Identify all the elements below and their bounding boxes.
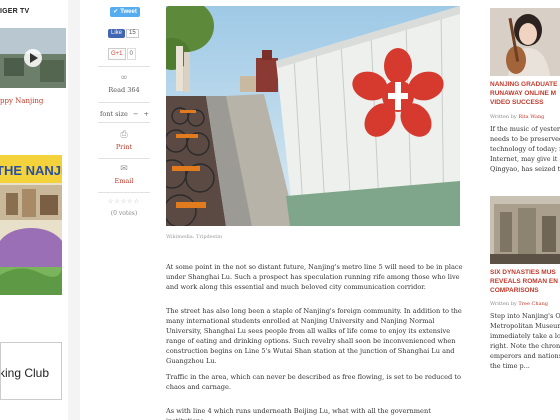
article-paragraph: The street has also long been a staple o… xyxy=(166,307,462,365)
photo-credit: Wikimedia: Tripdestin xyxy=(166,234,223,240)
font-decrease-button[interactable]: − xyxy=(133,110,138,118)
font-size-label: font size xyxy=(100,110,128,118)
google-plus-button[interactable]: G+1 0 xyxy=(108,48,136,60)
related-article-title[interactable]: SIX DYNASTIES MUS REVEALS ROMAN EN COMPA… xyxy=(490,268,560,295)
gplus-count: 0 xyxy=(126,48,136,60)
title-line: VIDEO SUCCESS xyxy=(490,99,544,106)
article-photo-image xyxy=(166,6,460,226)
excerpt-line: Step into Nanjing's On xyxy=(490,312,560,320)
like-count: 15 xyxy=(126,29,139,38)
author-link[interactable]: Rita Wang xyxy=(518,114,544,120)
magazine-title-text: THE NANJINGER xyxy=(0,163,62,178)
author-link[interactable]: Tree Chang xyxy=(518,301,548,307)
club-banner[interactable]: king Club xyxy=(0,342,62,400)
related-article-title[interactable]: NANJING GRADUATE RUNAWAY ONLINE M VIDEO … xyxy=(490,80,560,107)
print-button[interactable]: ⎙ Print xyxy=(104,130,144,151)
share-toolbar: ✔ Tweet Like 15 G+1 0 ∞ Read 364 font size… xyxy=(80,0,150,420)
title-line: REVEALS ROMAN EN xyxy=(490,278,558,285)
nanjinger-tv-title: IGER TV xyxy=(0,8,30,15)
like-label: Like xyxy=(108,29,126,38)
divider xyxy=(98,192,150,193)
pipa-player-photo xyxy=(490,8,560,76)
related-article-byline: Written by Rita Wang xyxy=(490,114,544,120)
excerpt-line: Qingyao, has seized th xyxy=(490,165,560,173)
magazine-cover[interactable]: THE NANJINGER xyxy=(0,155,62,295)
email-label: Email xyxy=(114,177,134,185)
divider xyxy=(98,122,150,123)
tweet-label: Tweet xyxy=(120,9,137,15)
printer-icon: ⎙ xyxy=(120,130,128,140)
read-count: ∞ Read 364 xyxy=(104,73,144,94)
divider xyxy=(98,158,150,159)
title-line: NANJING GRADUATE xyxy=(490,81,558,88)
right-sidebar: NANJING GRADUATE RUNAWAY ONLINE M VIDEO … xyxy=(478,0,560,420)
gplus-label: G+1 xyxy=(108,48,126,60)
excerpt-line: technology of today; n xyxy=(490,145,560,153)
excerpt-line: Internet, may give it a xyxy=(490,155,560,163)
title-line: RUNAWAY ONLINE M xyxy=(490,90,557,97)
club-banner-label: king Club xyxy=(0,366,50,380)
related-article-image[interactable] xyxy=(490,8,560,76)
divider xyxy=(98,66,150,67)
rating-stars[interactable]: ☆☆☆☆☆ xyxy=(102,198,146,205)
left-sidebar: IGER TV ppy Nanjing THE NANJINGER xyxy=(0,0,68,420)
article-paragraph: At some point in the not so distant futu… xyxy=(166,263,463,291)
tweet-button[interactable]: ✔ Tweet xyxy=(110,7,140,17)
related-article-byline: Written by Tree Chang xyxy=(490,301,548,307)
excerpt-line: If the music of yesterd xyxy=(490,125,560,133)
excerpt-line: Metropolitan Museum xyxy=(490,322,560,330)
facebook-like-button[interactable]: Like 15 xyxy=(108,29,139,38)
eye-icon: ∞ xyxy=(120,73,128,83)
video-thumbnail[interactable] xyxy=(0,28,66,88)
excerpt-line: right. Note the chrono xyxy=(490,342,560,350)
font-size-control: font size − + xyxy=(100,110,149,118)
title-line: SIX DYNASTIES MUS xyxy=(490,269,556,276)
excerpt-line: emperors and nations xyxy=(490,352,560,360)
related-article-excerpt: If the music of yesterd needs to be pres… xyxy=(490,124,560,174)
video-thumbnail-image xyxy=(0,28,66,88)
article-paragraph: Traffic in the area, which can never be … xyxy=(166,373,461,391)
print-label: Print xyxy=(115,143,133,151)
vote-count: (0 votes) xyxy=(110,210,138,217)
article-body: Wikimedia: Tripdestin At some point in t… xyxy=(150,0,478,420)
read-count-label: Read 364 xyxy=(108,86,140,94)
excerpt-line: the time p... xyxy=(490,362,530,370)
article-photo xyxy=(166,6,460,226)
envelope-icon: ✉ xyxy=(120,164,128,174)
email-button[interactable]: ✉ Email xyxy=(104,164,144,185)
related-article-excerpt: Step into Nanjing's On Metropolitan Muse… xyxy=(490,311,560,371)
excerpt-line: needs to be preserved xyxy=(490,135,560,143)
related-article-image[interactable] xyxy=(490,196,560,264)
divider xyxy=(98,102,150,103)
byline-prefix: Written by xyxy=(490,114,517,120)
font-increase-button[interactable]: + xyxy=(143,110,148,118)
article-paragraph: As with line 4 which runs underneath Bei… xyxy=(166,407,431,420)
excerpt-line: immediately take a loo xyxy=(490,332,560,340)
museum-photo xyxy=(490,196,560,264)
byline-prefix: Written by xyxy=(490,301,517,307)
title-line: COMPARISONS xyxy=(490,287,539,294)
video-caption-link[interactable]: ppy Nanjing xyxy=(0,97,43,105)
magazine-cover-image: THE NANJINGER xyxy=(0,155,62,295)
